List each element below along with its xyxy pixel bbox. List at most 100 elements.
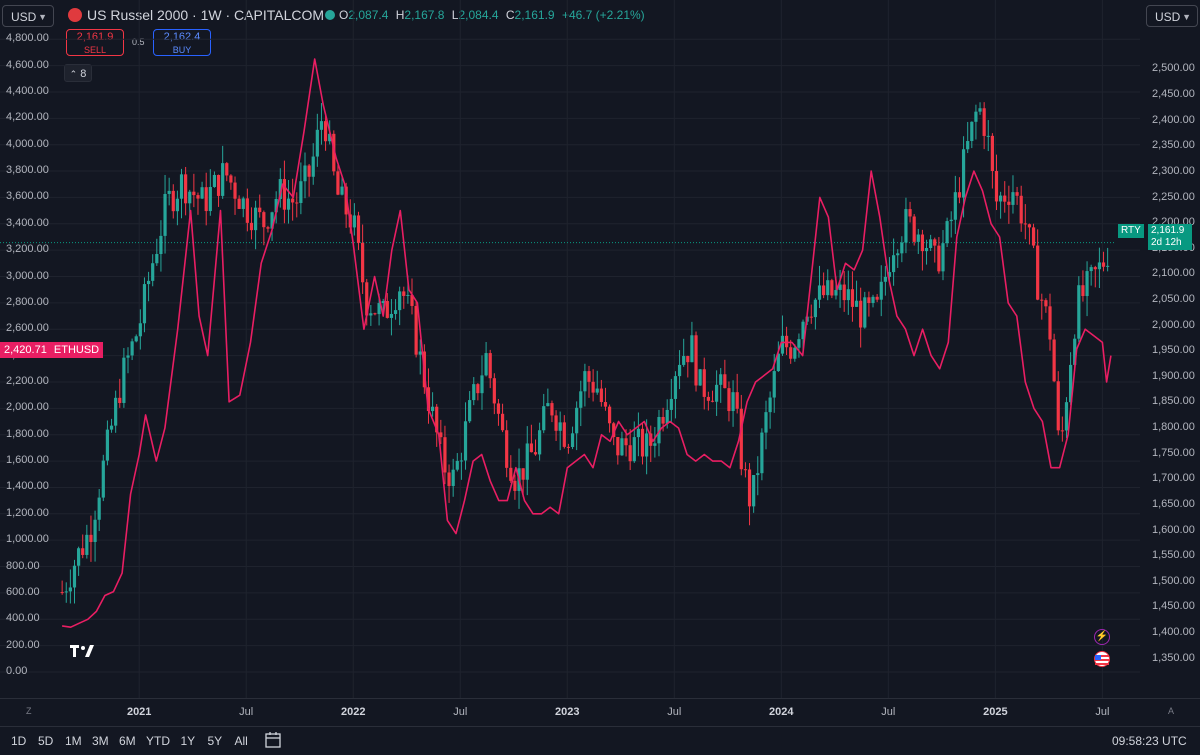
candle-body — [764, 412, 768, 433]
timezone-toggle[interactable]: Z — [26, 706, 32, 716]
candle-body — [789, 347, 793, 359]
ethusd-last-price-label: 2,420.71 ETHUSD — [0, 342, 104, 358]
candle-body — [628, 445, 632, 462]
auto-scale-toggle[interactable]: A — [1168, 706, 1174, 716]
candle-body — [912, 216, 916, 242]
left-axis-tick: 4,000.00 — [6, 137, 49, 150]
candle-body — [702, 369, 706, 397]
candle-body — [904, 209, 908, 243]
rty-last-value: 2,161.9 — [1151, 225, 1185, 236]
candle-body — [867, 297, 871, 303]
right-axis-tick: 1,900.00 — [1152, 369, 1195, 382]
candle-body — [216, 174, 221, 196]
candle-body — [570, 433, 575, 447]
left-axis-tick: 1,800.00 — [6, 427, 49, 440]
candle-body — [245, 198, 249, 223]
candle-body — [591, 381, 595, 393]
candle-body — [402, 291, 406, 296]
rty-symbol-label: RTY — [1118, 224, 1144, 238]
tradingview-logo-icon[interactable] — [70, 645, 96, 663]
lightning-icon[interactable]: ⚡ — [1094, 629, 1110, 645]
candle-body — [640, 428, 645, 457]
candle-body — [122, 357, 126, 403]
candle-body — [830, 280, 834, 296]
candle-body — [698, 369, 702, 386]
candle-body — [93, 519, 97, 542]
range-1m[interactable]: 1M — [65, 734, 82, 748]
candle-body — [558, 422, 562, 431]
utc-clock[interactable]: 09:58:23 UTC — [1112, 734, 1187, 748]
candle-body — [315, 129, 319, 157]
candle-body — [1015, 192, 1019, 196]
candle-body — [1064, 402, 1069, 431]
candle-body — [994, 170, 999, 202]
candle-body — [253, 207, 258, 231]
candle-body — [192, 191, 196, 196]
candle-body — [229, 175, 233, 183]
time-axis-tick: 2021 — [126, 706, 152, 718]
candle-body — [1093, 267, 1097, 270]
candle-body — [632, 437, 636, 462]
candle-body — [945, 221, 949, 244]
range-all[interactable]: All — [235, 734, 248, 748]
candle-body — [826, 280, 830, 296]
right-axis-tick: 1,350.00 — [1152, 651, 1195, 664]
candle-body — [513, 480, 517, 491]
candle-body — [1081, 285, 1085, 297]
candle-body — [459, 460, 464, 462]
range-1d[interactable]: 1D — [11, 734, 26, 748]
candle-body — [352, 215, 356, 228]
candle-body — [982, 108, 986, 136]
candle-body — [266, 227, 270, 229]
us-flag-icon[interactable] — [1094, 651, 1110, 667]
candle-body — [653, 443, 657, 446]
candle-body — [566, 446, 571, 448]
range-5d[interactable]: 5D — [38, 734, 53, 748]
candle-body — [682, 356, 686, 365]
range-5y[interactable]: 5Y — [208, 734, 223, 748]
candle-body — [1044, 300, 1048, 307]
candle-body — [406, 294, 410, 296]
candle-body — [118, 397, 122, 403]
right-axis-tick: 2,050.00 — [1152, 293, 1195, 306]
candle-body — [81, 548, 85, 555]
right-axis-tick: 1,400.00 — [1152, 626, 1195, 639]
candle-body — [793, 347, 797, 359]
goto-date-icon[interactable] — [264, 731, 282, 752]
candle-body — [311, 156, 315, 177]
price-chart[interactable] — [0, 0, 1200, 698]
range-3m[interactable]: 3M — [92, 734, 109, 748]
candle-body — [624, 438, 628, 446]
candle-body — [822, 285, 826, 296]
candle-body — [361, 242, 365, 283]
range-1y[interactable]: 1Y — [181, 734, 196, 748]
candle-body — [900, 242, 904, 254]
left-axis-tick: 4,400.00 — [6, 84, 49, 97]
left-axis-tick: 3,800.00 — [6, 164, 49, 177]
candle-body — [509, 467, 513, 481]
range-ytd[interactable]: YTD — [146, 734, 170, 748]
candle-body — [846, 289, 850, 301]
time-axis[interactable] — [0, 698, 1200, 725]
candle-body — [1023, 223, 1027, 225]
left-axis-tick: 3,000.00 — [6, 269, 49, 282]
candle-body — [1011, 192, 1015, 205]
candle-body — [1019, 195, 1023, 224]
range-6m[interactable]: 6M — [119, 734, 136, 748]
candle-body — [451, 469, 455, 486]
time-axis-tick: 2024 — [769, 706, 794, 718]
candle-body — [340, 186, 344, 195]
candle-body — [710, 400, 715, 402]
candle-body — [1060, 430, 1064, 432]
candle-body — [480, 375, 484, 394]
candle-body — [929, 239, 933, 249]
candle-body — [986, 135, 990, 137]
candle-body — [97, 497, 101, 520]
candle-body — [941, 243, 945, 272]
candle-body — [146, 280, 151, 285]
candle-body — [550, 403, 554, 416]
candle-body — [871, 296, 875, 303]
candle-body — [492, 378, 496, 404]
rty-last-price-label: 2,161.9 2d 12h — [1148, 224, 1192, 250]
candle-body — [1036, 245, 1040, 300]
